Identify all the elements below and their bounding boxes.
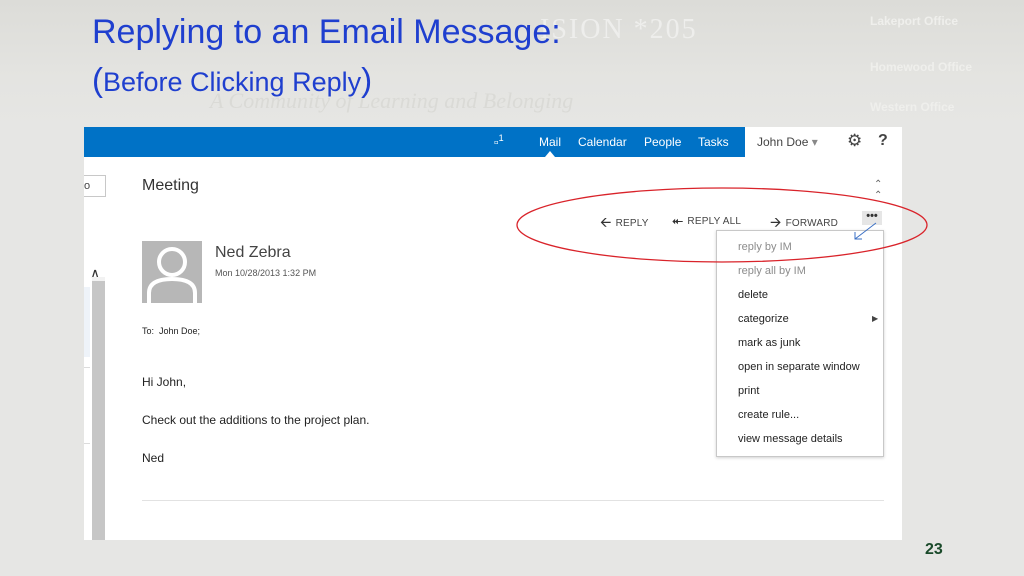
search-input[interactable]: o [84, 175, 106, 197]
body-line: Check out the additions to the project p… [142, 413, 370, 427]
gear-icon[interactable]: ⚙ [847, 131, 862, 151]
message-subject: Meeting [142, 177, 199, 194]
nav-tasks[interactable]: Tasks [698, 135, 729, 149]
avatar [142, 241, 202, 303]
menu-item-categorize[interactable]: categorize [738, 313, 789, 325]
recipient-line: To: John Doe; [142, 326, 200, 336]
notification-count: 1 [498, 133, 504, 143]
search-icon: o [84, 180, 91, 192]
nav-mail[interactable]: Mail [539, 135, 561, 149]
menu-item-mark-as-junk[interactable]: mark as junk [738, 337, 800, 349]
menu-item-reply-all-by-im[interactable]: reply all by IM [738, 265, 806, 277]
to-label: To: [142, 326, 155, 336]
user-name: John Doe [757, 135, 809, 149]
help-button[interactable]: ? [878, 132, 888, 150]
to-value[interactable]: John Doe; [159, 326, 200, 336]
subtitle-open-paren: ( [92, 61, 103, 98]
menu-item-view-message-details[interactable]: view message details [738, 433, 843, 445]
slide-title: Replying to an Email Message: [92, 13, 561, 51]
banner-watermark-right: Homewood Office [870, 60, 973, 74]
menu-item-print[interactable]: print [738, 385, 759, 397]
message-divider [142, 500, 884, 501]
list-divider [84, 443, 90, 444]
list-divider [84, 367, 90, 368]
body-line: Ned [142, 451, 165, 465]
banner-watermark: ISION *205 [540, 14, 698, 45]
sender-name[interactable]: Ned Zebra [215, 244, 291, 262]
topbar-right-area [835, 127, 902, 157]
menu-item-create-rule[interactable]: create rule... [738, 409, 799, 421]
top-nav-bar: ▫1 Mail Calendar People Tasks John Doe ▾… [84, 127, 902, 157]
subtitle-text: Before Clicking Reply [103, 67, 362, 97]
calendar-notification-icon[interactable]: ▫1 [494, 133, 504, 149]
nav-people[interactable]: People [644, 135, 681, 149]
user-menu[interactable]: John Doe ▾ [745, 127, 835, 157]
selected-message-strip [84, 287, 90, 357]
user-caret-icon: ▾ [811, 135, 818, 149]
banner-watermark-right: Lakeport Office [870, 14, 959, 28]
message-date: Mon 10/28/2013 1:32 PM [215, 268, 317, 278]
page-number: 23 [925, 541, 943, 558]
banner-watermark-right: Western Office [870, 100, 955, 114]
active-tab-indicator [545, 151, 555, 157]
person-silhouette-icon [147, 247, 197, 303]
submenu-arrow-icon: ▶ [872, 314, 879, 323]
slide-subtitle: (Before Clicking Reply) [92, 62, 372, 100]
subtitle-close-paren: ) [361, 61, 373, 98]
menu-item-delete[interactable]: delete [738, 289, 768, 301]
scrollbar-thumb[interactable] [92, 281, 105, 540]
nav-calendar[interactable]: Calendar [578, 135, 627, 149]
menu-item-open-in-separate-window[interactable]: open in separate window [738, 361, 860, 373]
body-line: Hi John, [142, 375, 187, 389]
pointer-arrow-icon [854, 222, 877, 240]
